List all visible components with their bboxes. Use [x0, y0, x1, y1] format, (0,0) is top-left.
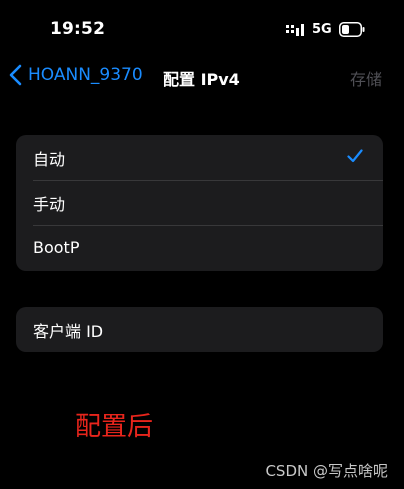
chevron-left-icon: [9, 64, 22, 86]
navigation-bar: HOANN_9370 配置 IPv4 存储: [0, 56, 404, 100]
save-button[interactable]: 存储: [350, 66, 382, 90]
client-id-label: 客户端 ID: [33, 321, 104, 341]
checkmark-icon: [347, 149, 363, 163]
watermark: CSDN @写点啥呢: [265, 462, 388, 480]
annotation-text: 配置后: [75, 412, 154, 442]
network-type: 5G: [312, 22, 332, 37]
back-label: HOANN_9370: [28, 65, 143, 85]
ipv4-config-options: 自动 手动 BootP: [16, 135, 383, 271]
option-bootp[interactable]: BootP: [16, 225, 383, 270]
battery-icon: [339, 22, 365, 37]
status-time: 19:52: [50, 19, 106, 39]
option-label: 自动: [33, 149, 66, 169]
client-id-field[interactable]: 客户端 ID: [16, 307, 383, 352]
client-id-group: 客户端 ID: [16, 307, 383, 352]
option-automatic[interactable]: 自动: [16, 135, 383, 180]
back-button[interactable]: HOANN_9370: [9, 64, 143, 86]
status-bar: 19:52 5G: [0, 0, 404, 56]
option-label: 手动: [33, 194, 66, 214]
page-title: 配置 IPv4: [163, 70, 240, 89]
option-manual[interactable]: 手动: [16, 180, 383, 225]
signal-bars-icon: [286, 24, 304, 36]
option-label: BootP: [33, 238, 80, 257]
